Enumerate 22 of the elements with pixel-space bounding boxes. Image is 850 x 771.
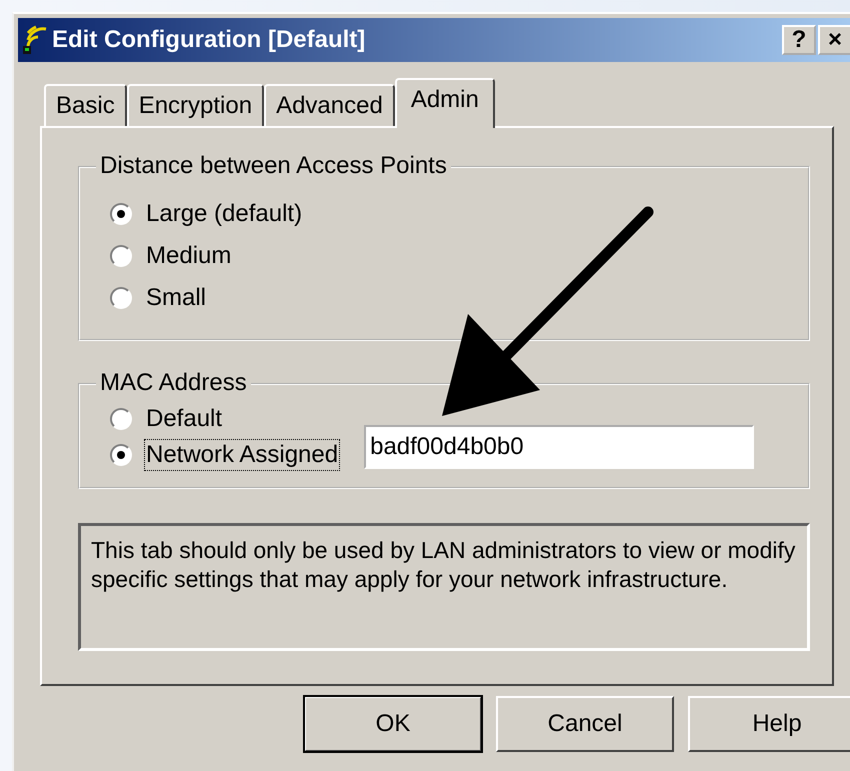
radio-label[interactable]: Large (default): [144, 198, 304, 230]
radio-label[interactable]: Network Assigned: [144, 439, 340, 471]
tab[interactable]: Advanced: [264, 84, 395, 126]
close-button[interactable]: ×: [818, 25, 850, 55]
radio-label[interactable]: Medium: [144, 240, 234, 272]
dialog-button[interactable]: Cancel: [496, 696, 674, 752]
radio-label[interactable]: Small: [144, 282, 208, 314]
info-text: This tab should only be used by LAN administrators to view or modify specific settings that may apply for your network infrastructure.: [78, 523, 810, 651]
dialog-button[interactable]: Help: [688, 696, 850, 752]
radio-button[interactable]: [110, 287, 132, 309]
radio-button[interactable]: [110, 408, 132, 430]
radio-label[interactable]: Default: [144, 403, 224, 435]
help-button[interactable]: ?: [782, 25, 816, 55]
window-title: Edit Configuration [Default]: [52, 26, 366, 54]
tab[interactable]: Admin: [394, 78, 495, 128]
tab[interactable]: Encryption: [126, 84, 264, 126]
radio-button[interactable]: [110, 444, 132, 466]
tab[interactable]: Basic: [44, 84, 127, 126]
mac-address-field[interactable]: badf00d4b0b0: [364, 425, 754, 469]
dialog-button[interactable]: OK: [304, 696, 482, 752]
radio-button[interactable]: [110, 203, 132, 225]
radio-button[interactable]: [110, 245, 132, 267]
